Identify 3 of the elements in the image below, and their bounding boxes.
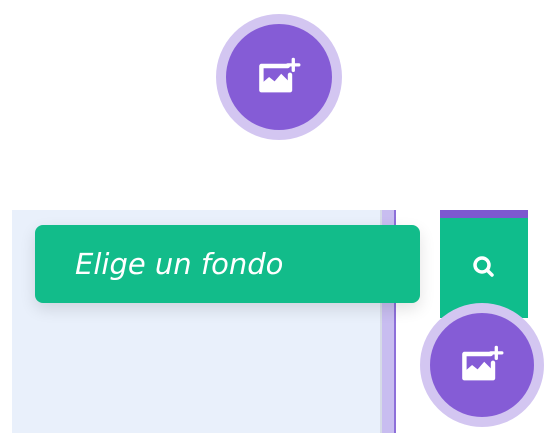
- tooltip: Elige un fondo: [35, 225, 420, 303]
- search-button[interactable]: [471, 254, 497, 280]
- search-icon: [472, 255, 496, 279]
